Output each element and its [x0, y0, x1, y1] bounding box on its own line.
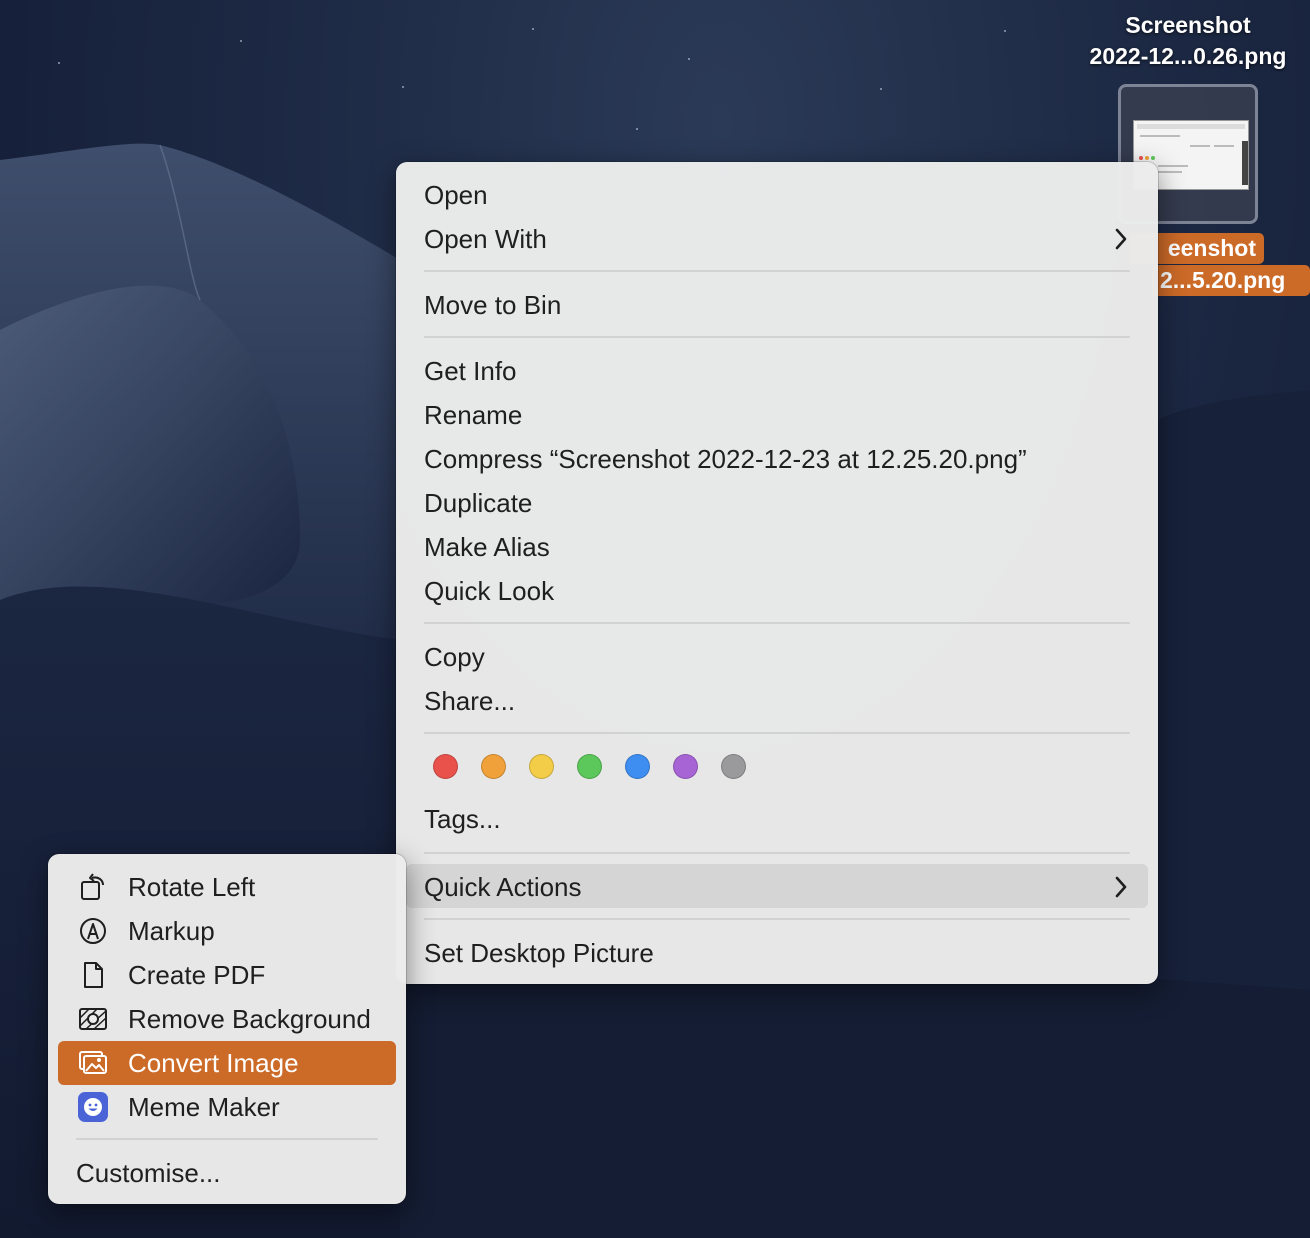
star — [1004, 30, 1006, 32]
submenu-item-markup[interactable]: Markup — [58, 909, 396, 953]
menu-separator — [424, 732, 1130, 734]
menu-item-open[interactable]: Open — [424, 173, 488, 217]
menu-item-move-to-bin[interactable]: Move to Bin — [424, 283, 561, 327]
menu-item-copy[interactable]: Copy — [424, 635, 485, 679]
meme-maker-icon — [78, 1092, 108, 1122]
tag-yellow[interactable] — [529, 754, 554, 779]
desktop-icon-label[interactable]: 2022-12...0.26.png — [1070, 41, 1306, 72]
menu-item-compress[interactable]: Compress “Screenshot 2022-12-23 at 12.25… — [424, 437, 1027, 481]
tag-purple[interactable] — [673, 754, 698, 779]
submenu-item-label: Meme Maker — [128, 1092, 280, 1122]
submenu-item-rotate-left[interactable]: Rotate Left — [58, 865, 396, 909]
menu-separator — [424, 852, 1130, 854]
menu-item-tags[interactable]: Tags... — [424, 797, 501, 841]
submenu-item-remove-background[interactable]: Remove Background — [58, 997, 396, 1041]
star — [636, 128, 638, 130]
quick-actions-submenu: Rotate Left Markup Create PDF Remove Bac… — [48, 854, 406, 1204]
menu-separator — [76, 1138, 378, 1140]
star — [58, 62, 60, 64]
desktop-background: Screenshot 2022-12...0.26.png eenshot 2.… — [0, 0, 1310, 1238]
context-menu: Open Open With Move to Bin Get Info Rena… — [396, 162, 1158, 984]
menu-separator — [424, 336, 1130, 338]
submenu-item-label: Convert Image — [128, 1048, 299, 1078]
menu-item-share[interactable]: Share... — [424, 679, 515, 723]
chevron-right-icon — [1115, 228, 1127, 250]
submenu-item-label: Remove Background — [128, 1004, 371, 1034]
star — [880, 88, 882, 90]
convert-image-icon — [79, 1051, 107, 1074]
menu-item-set-desktop-picture[interactable]: Set Desktop Picture — [424, 931, 654, 975]
submenu-item-label: Markup — [128, 916, 215, 946]
tag-gray[interactable] — [721, 754, 746, 779]
submenu-item-meme-maker[interactable]: Meme Maker — [58, 1085, 396, 1129]
menu-item-open-with[interactable]: Open With — [424, 217, 547, 261]
star — [240, 40, 242, 42]
menu-item-quick-actions[interactable]: Quick Actions — [424, 865, 582, 909]
chevron-right-icon — [1115, 876, 1127, 898]
menu-separator — [424, 622, 1130, 624]
menu-item-get-info[interactable]: Get Info — [424, 349, 517, 393]
submenu-item-label: Create PDF — [128, 960, 266, 990]
desktop-icon-label-selected[interactable]: 2...5.20.png — [1152, 265, 1310, 296]
desktop-icon-label[interactable]: Screenshot — [1078, 10, 1298, 41]
tag-green[interactable] — [577, 754, 602, 779]
rotate-left-icon — [81, 873, 104, 900]
star — [402, 86, 404, 88]
menu-item-rename[interactable]: Rename — [424, 393, 522, 437]
tag-orange[interactable] — [481, 754, 506, 779]
menu-separator — [424, 918, 1130, 920]
submenu-item-convert-image[interactable]: Convert Image — [58, 1041, 396, 1085]
tag-red[interactable] — [433, 754, 458, 779]
submenu-item-customise[interactable]: Customise... — [76, 1151, 221, 1195]
star — [532, 28, 534, 30]
remove-background-icon — [79, 1008, 107, 1030]
menu-item-make-alias[interactable]: Make Alias — [424, 525, 550, 569]
document-icon — [84, 962, 103, 988]
markup-icon — [80, 918, 106, 944]
menu-separator — [424, 270, 1130, 272]
submenu-item-label: Rotate Left — [128, 872, 256, 902]
menu-item-quick-look[interactable]: Quick Look — [424, 569, 554, 613]
tag-blue[interactable] — [625, 754, 650, 779]
menu-item-duplicate[interactable]: Duplicate — [424, 481, 532, 525]
star — [688, 58, 690, 60]
submenu-item-create-pdf[interactable]: Create PDF — [58, 953, 396, 997]
